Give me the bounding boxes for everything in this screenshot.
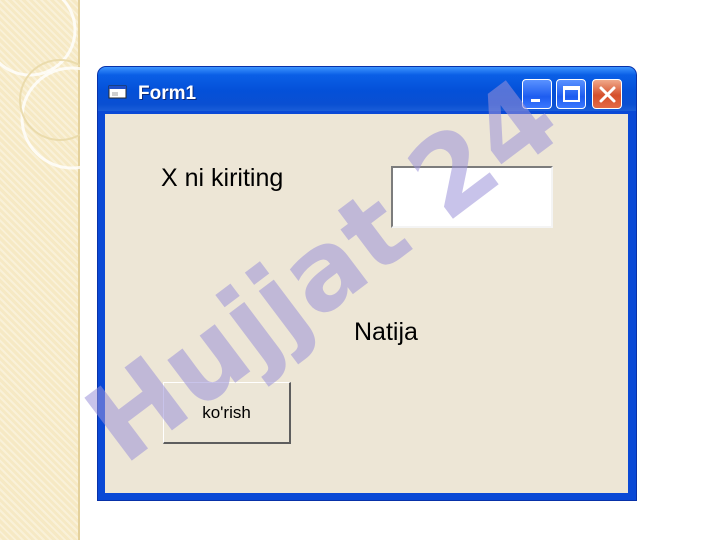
maximize-button[interactable] [556,79,586,109]
maximize-icon [563,86,580,102]
minimize-button[interactable] [522,79,552,109]
form-window: Form1 X ni kiriting Natija ko'rish [98,67,636,500]
title-bar[interactable]: Form1 [98,67,636,111]
input-label: X ni kiriting [161,164,284,192]
form-icon [108,85,127,99]
close-button[interactable] [592,79,622,109]
result-label: Natija [354,318,418,346]
decorative-circles [0,0,80,170]
window-title: Form1 [138,83,197,104]
decorative-side-strip [0,0,80,540]
close-icon [599,86,616,103]
minimize-icon [531,99,540,102]
form-client-area: X ni kiriting Natija ko'rish [105,114,628,493]
korish-button[interactable]: ko'rish [163,382,291,444]
x-input[interactable] [391,166,553,228]
